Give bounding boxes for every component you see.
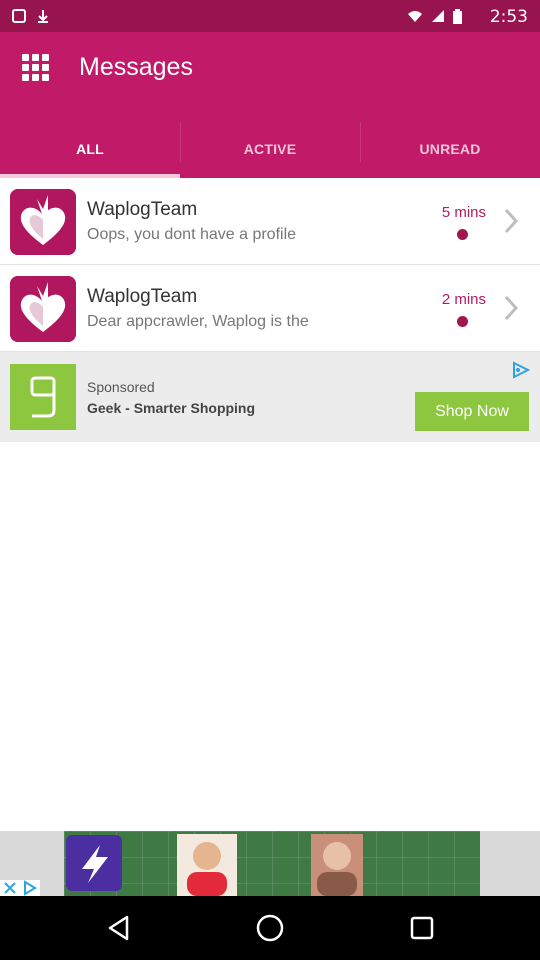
ad-play-icon[interactable] <box>20 880 40 896</box>
message-time: 2 mins <box>441 291 486 308</box>
person-icon <box>317 842 357 896</box>
ad-app-icon <box>66 835 122 891</box>
waplog-avatar <box>10 189 76 255</box>
notification-icons <box>12 9 50 23</box>
tab-label: UNREAD <box>419 141 481 157</box>
geek-logo <box>10 364 76 430</box>
heart-wings-icon <box>10 189 76 255</box>
chevron-right-icon <box>504 295 518 321</box>
notification-icon <box>12 9 26 23</box>
sponsored-label: Sponsored <box>87 379 155 395</box>
system-icons <box>407 9 462 24</box>
person-icon <box>187 842 227 896</box>
message-list: WaplogTeam Oops, you dont have a profile… <box>0 178 540 352</box>
ad-photo <box>177 834 237 896</box>
status-bar: 2:53 <box>0 0 540 32</box>
message-sender: WaplogTeam <box>87 286 198 307</box>
system-nav-bar <box>0 896 540 960</box>
apps-grid-icon[interactable] <box>22 54 50 82</box>
clock: 2:53 <box>489 7 528 27</box>
battery-icon <box>453 9 462 24</box>
message-sender: WaplogTeam <box>87 199 198 220</box>
download-icon <box>38 10 48 23</box>
ad-background <box>64 831 480 896</box>
page-title: Messages <box>79 53 193 81</box>
chevron-right-icon <box>504 208 518 234</box>
tab-bar: ALL ACTIVE UNREAD <box>0 120 540 178</box>
tab-active[interactable]: ACTIVE <box>180 120 360 178</box>
signal-icon <box>432 10 444 22</box>
tab-unread[interactable]: UNREAD <box>360 120 540 178</box>
tab-label: ACTIVE <box>243 141 297 157</box>
tab-all[interactable]: ALL <box>0 120 180 178</box>
unread-dot <box>457 229 468 240</box>
recents-square-icon[interactable] <box>406 912 438 944</box>
geek-g-icon <box>30 376 56 418</box>
message-preview: Oops, you dont have a profile <box>87 226 297 243</box>
ad-choices-icon[interactable] <box>511 361 531 379</box>
waplog-avatar <box>10 276 76 342</box>
back-triangle-icon[interactable] <box>103 912 135 944</box>
sponsored-ad[interactable]: Sponsored Geek - Smarter Shopping Shop N… <box>0 352 540 442</box>
heart-wings-icon <box>10 276 76 342</box>
unread-dot <box>457 316 468 327</box>
tab-label: ALL <box>76 141 104 157</box>
message-row[interactable]: WaplogTeam Dear appcrawler, Waplog is th… <box>0 265 540 352</box>
app-bar: Messages ALL ACTIVE UNREAD <box>0 32 540 178</box>
lightning-icon <box>82 845 108 883</box>
wifi-icon <box>408 11 422 22</box>
shop-now-button[interactable]: Shop Now <box>415 392 529 431</box>
message-row[interactable]: WaplogTeam Oops, you dont have a profile… <box>0 178 540 265</box>
message-preview: Dear appcrawler, Waplog is the <box>87 313 309 330</box>
ad-close-icon[interactable] <box>0 880 20 896</box>
message-time: 5 mins <box>441 204 486 221</box>
sponsored-title: Geek - Smarter Shopping <box>87 400 256 416</box>
home-circle-icon[interactable] <box>254 912 286 944</box>
ad-photo <box>311 834 363 896</box>
